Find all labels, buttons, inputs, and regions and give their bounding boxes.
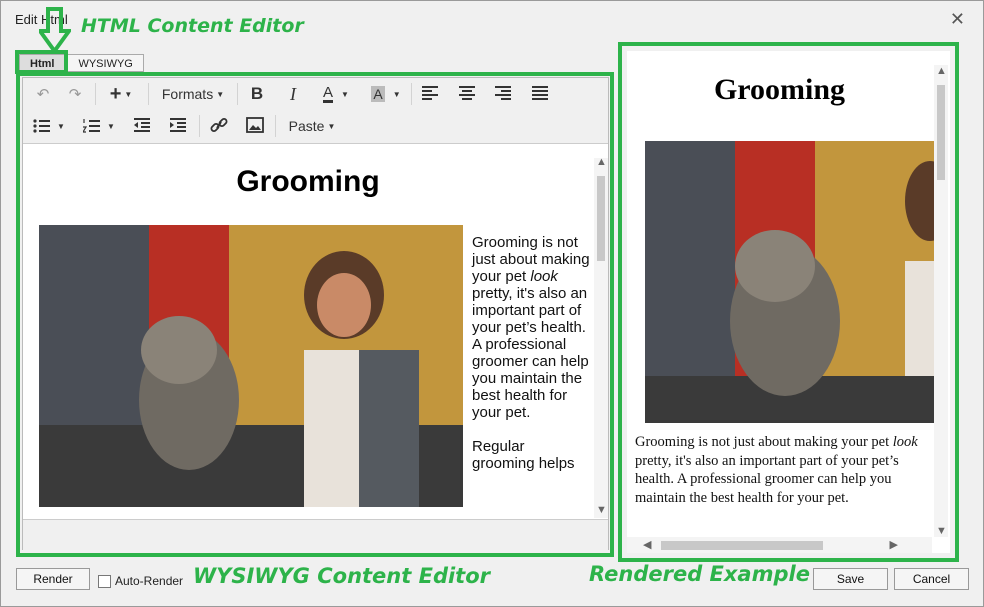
paste-label: Paste: [288, 118, 325, 134]
indent-icon[interactable]: [169, 117, 187, 143]
chevron-up-icon[interactable]: ▲: [596, 156, 607, 168]
formats-dropdown[interactable]: Formats ▼: [157, 81, 229, 107]
separator: [237, 83, 238, 105]
font-color-button[interactable]: A ▼: [315, 81, 357, 107]
preview-text: Grooming is not just about making your p…: [635, 434, 893, 450]
render-button[interactable]: Render: [16, 568, 90, 590]
editor-toolbar: ↶ ↷ + ▼ Formats ▼ B I A ▼ A ▼ ▼ ▼ Paste …: [23, 78, 608, 144]
separator: [199, 115, 200, 137]
editor-text: Regular grooming helps: [472, 438, 575, 472]
font-color-icon: A: [323, 84, 334, 103]
chevron-down-icon: ▼: [107, 121, 115, 131]
separator: [95, 83, 96, 105]
align-justify-icon[interactable]: [531, 85, 549, 111]
link-icon[interactable]: [210, 117, 228, 143]
chevron-down-icon: ▼: [341, 89, 349, 99]
image-icon[interactable]: [246, 117, 264, 143]
bullet-list-button[interactable]: ▼: [31, 113, 67, 139]
align-center-icon[interactable]: [458, 85, 476, 111]
close-icon[interactable]: ✕: [950, 9, 965, 30]
chevron-down-icon: ▼: [327, 121, 336, 131]
chevron-down-icon[interactable]: ▼: [596, 504, 607, 516]
annotation-rendered-example: Rendered Example: [589, 562, 810, 586]
undo-button[interactable]: ↶: [31, 81, 55, 107]
paste-dropdown[interactable]: Paste ▼: [283, 113, 341, 139]
editor-text: pretty, it's also an important part of y…: [472, 285, 589, 421]
background-color-button[interactable]: A ▼: [366, 81, 406, 107]
chevron-up-icon[interactable]: ▲: [936, 65, 947, 77]
separator: [411, 83, 412, 105]
chevron-right-icon[interactable]: ▶: [890, 538, 898, 551]
edit-html-dialog: Edit Html ✕ HTML Content Editor Html WYS…: [0, 0, 984, 607]
editor-paragraph: Grooming is not just about making your p…: [472, 234, 590, 472]
bullet-list-icon: [33, 119, 51, 133]
arrow-down-icon: [39, 7, 71, 53]
bold-button[interactable]: B: [245, 81, 269, 107]
preview-photo: [645, 141, 934, 423]
plus-icon: +: [109, 82, 122, 105]
preview-scrollbar[interactable]: ▲ ▼: [934, 65, 948, 537]
editor-scrollbar[interactable]: ▲ ▼: [594, 156, 608, 518]
preview-hscroll-thumb[interactable]: [661, 541, 823, 550]
annotation-wysiwyg-editor: WYSIWYG Content Editor: [193, 564, 490, 588]
chevron-down-icon[interactable]: ▼: [936, 525, 947, 537]
auto-render-label: Auto-Render: [115, 574, 184, 588]
cancel-button[interactable]: Cancel: [894, 568, 969, 590]
rendered-preview: Grooming Grooming is not just about maki…: [627, 51, 950, 553]
redo-button[interactable]: ↷: [63, 81, 87, 107]
align-left-icon[interactable]: [421, 85, 439, 111]
preview-text-emphasis: look: [892, 434, 918, 450]
editor-tabs: Html WYSIWYG: [19, 54, 146, 72]
chevron-down-icon: ▼: [124, 89, 133, 99]
insert-button[interactable]: + ▼: [103, 81, 139, 107]
numbered-list-icon: [83, 119, 101, 133]
separator: [275, 115, 276, 137]
editor-content[interactable]: Grooming Grooming is not just about maki…: [23, 145, 593, 518]
preview-horizontal-scrollbar[interactable]: ◀ ▶: [627, 537, 932, 553]
separator: [148, 83, 149, 105]
italic-button[interactable]: I: [281, 81, 305, 107]
editor-text-emphasis: look: [530, 268, 558, 285]
tab-html[interactable]: Html: [19, 54, 66, 72]
preview-text: pretty, it's also an important part of y…: [635, 452, 899, 506]
preview-paragraph: Grooming is not just about making your p…: [635, 433, 925, 507]
align-right-icon[interactable]: [494, 85, 512, 111]
outdent-icon[interactable]: [133, 117, 151, 143]
wysiwyg-editor: ↶ ↷ + ▼ Formats ▼ B I A ▼ A ▼ ▼ ▼ Paste …: [22, 77, 609, 550]
auto-render-checkbox[interactable]: Auto-Render: [98, 574, 183, 588]
formats-label: Formats: [161, 86, 214, 102]
background-color-icon: A: [371, 86, 385, 102]
annotation-html-editor: HTML Content Editor: [81, 15, 304, 37]
chevron-down-icon: ▼: [392, 89, 401, 99]
checkbox-box[interactable]: [98, 574, 111, 588]
numbered-list-button[interactable]: ▼: [81, 113, 117, 139]
grooming-photo: [39, 225, 463, 507]
chevron-down-icon: ▼: [57, 121, 65, 131]
preview-scroll-thumb[interactable]: [937, 85, 945, 180]
editor-heading: Grooming: [236, 165, 380, 198]
preview-heading: Grooming: [713, 73, 846, 106]
editor-scroll-thumb[interactable]: [597, 176, 605, 261]
save-button[interactable]: Save: [813, 568, 888, 590]
chevron-down-icon: ▼: [216, 89, 225, 99]
tab-wysiwyg[interactable]: WYSIWYG: [67, 54, 144, 72]
chevron-left-icon[interactable]: ◀: [643, 538, 651, 551]
editor-statusbar: [23, 519, 608, 550]
